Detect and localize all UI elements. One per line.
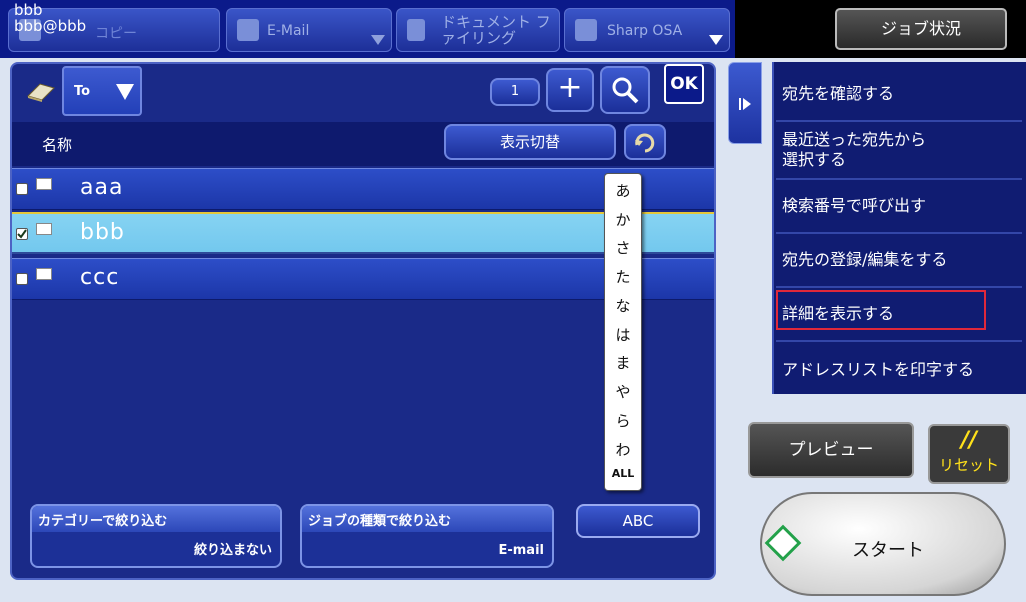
chevron-down-icon — [709, 35, 723, 45]
tab-sharp-osa-label: Sharp OSA — [607, 23, 683, 39]
menu-item-search-number[interactable]: 検索番号で呼び出す — [776, 182, 1022, 234]
kana-index-bar[interactable]: あかさたなはまやらわ ALL — [604, 173, 642, 491]
job-status-button[interactable]: ジョブ状況 — [835, 8, 1007, 50]
highlight-box — [776, 290, 986, 330]
email-icon — [36, 223, 52, 235]
kana-index-item[interactable]: わ — [605, 439, 641, 460]
kana-index-item[interactable]: ま — [605, 352, 641, 373]
display-switch-button[interactable]: 表示切替 — [444, 124, 616, 160]
kana-index-item[interactable]: や — [605, 381, 641, 402]
add-button[interactable]: + — [546, 68, 594, 112]
tab-document-filing[interactable]: ドキュメント ファイリング — [396, 8, 560, 52]
kana-index-item[interactable]: た — [605, 266, 641, 287]
menu-item-confirm-destination[interactable]: 宛先を確認する — [776, 72, 1022, 122]
category-filter-value: 絞り込まない — [193, 543, 272, 558]
reset-icon: // — [960, 428, 978, 453]
start-button[interactable]: スタート — [760, 492, 1006, 596]
checkbox[interactable] — [16, 183, 28, 195]
kana-index-item[interactable]: ら — [605, 410, 641, 431]
sender-info: bbb bbb@bbb — [14, 2, 86, 34]
checkbox[interactable] — [16, 273, 28, 285]
tab-email-label: E-Mail — [267, 23, 310, 39]
document-filing-icon — [407, 19, 425, 41]
kana-index-item[interactable]: な — [605, 295, 641, 316]
undo-icon — [635, 133, 655, 153]
reset-button[interactable]: // リセット — [928, 424, 1010, 484]
job-type-filter-value: E-mail — [498, 543, 544, 558]
sender-email: bbb@bbb — [14, 17, 87, 35]
page-counter[interactable]: 1 — [490, 78, 540, 106]
email-icon — [36, 268, 52, 280]
job-type-filter-button[interactable]: ジョブの種類で絞り込む E-mail — [300, 504, 554, 568]
start-icon — [764, 524, 802, 562]
menu-item-recent-line1: 最近送った宛先から — [782, 130, 927, 149]
kana-index-item[interactable]: は — [605, 324, 641, 345]
sender-name: bbb — [14, 1, 43, 19]
checkbox-checked[interactable] — [16, 228, 28, 240]
app-window: bbb bbb@bbb コピー E-Mail ドキュメント ファイリング Sha… — [0, 0, 1026, 602]
reset-label: リセット — [938, 456, 999, 474]
kana-index-item[interactable]: ALL — [605, 467, 641, 480]
kana-index-item[interactable]: さ — [605, 237, 641, 258]
address-name: aaa — [80, 175, 124, 200]
job-type-filter-title: ジョブの種類で絞り込む — [302, 506, 552, 532]
address-name: ccc — [80, 265, 120, 290]
menu-item-print-address-list[interactable]: アドレスリストを印字する — [776, 344, 1022, 394]
menu-item-recent-line2: 選択する — [782, 150, 847, 169]
osa-icon — [575, 19, 597, 41]
abc-button[interactable]: ABC — [576, 504, 700, 538]
kana-index-item[interactable]: か — [605, 209, 641, 230]
category-filter-title: カテゴリーで絞り込む — [32, 506, 280, 532]
column-name-header: 名称 — [42, 136, 73, 154]
tab-email[interactable]: E-Mail — [226, 8, 392, 52]
kana-index-item[interactable]: あ — [605, 180, 641, 201]
category-filter-button[interactable]: カテゴリーで絞り込む 絞り込まない — [30, 504, 282, 568]
tab-sharp-osa[interactable]: Sharp OSA — [564, 8, 730, 52]
start-label: スタート — [852, 540, 924, 561]
plus-icon: + — [557, 70, 583, 105]
chevron-down-icon — [116, 84, 134, 100]
menu-item-register-edit[interactable]: 宛先の登録/編集をする — [776, 236, 1022, 288]
chevron-down-icon — [371, 35, 385, 45]
preview-button[interactable]: プレビュー — [748, 422, 914, 478]
address-book-icon — [26, 78, 56, 102]
search-icon — [612, 77, 639, 104]
recipient-type-value: To — [74, 84, 91, 99]
email-icon — [36, 178, 52, 190]
undo-sort-button[interactable] — [624, 124, 666, 160]
ok-button[interactable]: OK — [664, 64, 704, 104]
email-icon — [237, 19, 259, 41]
tab-copy-label: コピー — [95, 26, 137, 42]
checkmark-icon — [17, 229, 27, 239]
side-menu-toggle[interactable] — [728, 62, 762, 144]
tab-document-filing-label: ドキュメント ファイリング — [441, 13, 551, 47]
search-button[interactable] — [600, 66, 650, 114]
address-name: bbb — [80, 220, 125, 245]
recipient-type-dropdown[interactable]: To — [62, 66, 142, 116]
menu-item-recent-destinations[interactable]: 最近送った宛先から 選択する — [776, 124, 1022, 180]
expand-icon — [739, 98, 751, 110]
